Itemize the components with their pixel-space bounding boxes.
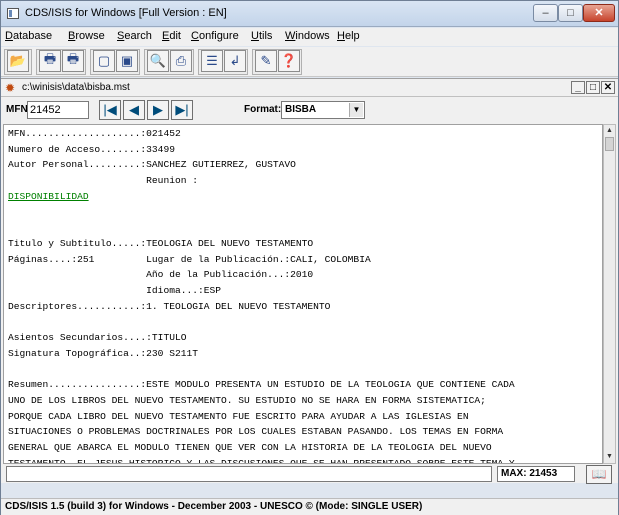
data-entry-icon[interactable]: ☰ bbox=[201, 50, 223, 72]
display-icon[interactable]: ▢ bbox=[93, 50, 115, 72]
record-line: GENERAL QUE ABARCA EL MODULO TIENEN QUE … bbox=[8, 442, 492, 454]
vertical-scrollbar[interactable]: ▲ ▼ bbox=[603, 124, 616, 464]
record-line: Páginas....:251 Lugar de la Publicación.… bbox=[8, 253, 371, 265]
record-line: Reunion : bbox=[8, 175, 198, 187]
record-line: SITUACIONES O PROBLEMAS DOCTRINALES POR … bbox=[8, 426, 504, 438]
scroll-thumb[interactable] bbox=[605, 137, 614, 151]
record-line: Signatura Topográfica..:230 S211T bbox=[8, 347, 198, 359]
record-text: MFN....................:021452 Numero de … bbox=[8, 126, 515, 464]
record-line: Autor Personal.........:SANCHEZ GUTIERRE… bbox=[8, 159, 296, 171]
record-line: Descriptores...........:1. TEOLOGIA DEL … bbox=[8, 300, 331, 312]
status-text: CDS/ISIS 1.5 (build 3) for Windows - Dec… bbox=[5, 501, 423, 512]
menu-browse[interactable]: Browse bbox=[68, 30, 105, 42]
format-value: BISBA bbox=[285, 104, 317, 115]
child-maximize-button[interactable]: □ bbox=[586, 81, 600, 94]
child-minimize-button[interactable]: _ bbox=[571, 81, 585, 94]
record-line: Numero de Acceso.......:33499 bbox=[8, 143, 175, 155]
format-select[interactable]: BISBA ▼ bbox=[281, 101, 365, 119]
navigation-row: MFN |◀ ◀ ▶ ▶| Format: BISBA ▼ bbox=[1, 98, 618, 123]
help-icon[interactable]: ❓ bbox=[278, 50, 300, 72]
record-line: TESTAMENTO, EL JESUS HISTORICO Y LAS DIS… bbox=[8, 457, 515, 464]
record-line: Resumen................:ESTE MODULO PRES… bbox=[8, 379, 515, 391]
app-icon bbox=[7, 8, 19, 19]
main-window: CDS/ISIS for Windows [Full Version : EN]… bbox=[0, 0, 619, 515]
mfn-label: MFN bbox=[6, 104, 28, 115]
export-icon[interactable]: ▣ bbox=[116, 50, 138, 72]
scroll-down-icon[interactable]: ▼ bbox=[604, 451, 615, 463]
maximize-button[interactable]: □ bbox=[558, 4, 583, 22]
first-record-button[interactable]: |◀ bbox=[99, 100, 121, 120]
menu-windows[interactable]: Windows bbox=[285, 30, 330, 42]
scroll-up-icon[interactable]: ▲ bbox=[604, 125, 615, 137]
edit-icon[interactable]: ↲ bbox=[224, 50, 246, 72]
open-database-icon[interactable]: 📂 bbox=[7, 50, 29, 72]
database-path: c:\winisis\data\bisba.mst bbox=[22, 82, 130, 93]
record-line bbox=[8, 220, 515, 236]
menu-help[interactable]: Help bbox=[337, 30, 360, 42]
record-line: Titulo y Subtitulo.....:TEOLOGIA DEL NUE… bbox=[8, 237, 314, 249]
record-line: Idioma...:ESP bbox=[8, 285, 222, 297]
record-line: UNO DE LOS LIBROS DEL NUEVO TESTAMENTO. … bbox=[8, 394, 486, 406]
print-record-icon[interactable]: ⎙ bbox=[170, 50, 192, 72]
record-line: Año de la Publicación...:2010 bbox=[8, 269, 314, 281]
window-title: CDS/ISIS for Windows [Full Version : EN] bbox=[25, 7, 227, 19]
toolbar: 📂 🖶 🖶 ▢ ▣ 🔍 ⎙ ☰ ↲ ✎ ❓ bbox=[1, 47, 618, 77]
previous-record-button[interactable]: ◀ bbox=[123, 100, 145, 120]
mfn-input[interactable] bbox=[27, 101, 89, 119]
last-record-button[interactable]: ▶| bbox=[171, 100, 193, 120]
title-bar[interactable]: CDS/ISIS for Windows [Full Version : EN]… bbox=[1, 1, 618, 27]
pencil-icon[interactable]: ✎ bbox=[255, 50, 277, 72]
disponibilidad-link[interactable]: DISPONIBILIDAD bbox=[8, 189, 515, 205]
max-mfn-label: MAX: 21453 bbox=[497, 466, 575, 482]
next-record-button[interactable]: ▶ bbox=[147, 100, 169, 120]
preview-icon[interactable]: 🔍 bbox=[147, 50, 169, 72]
print-setup-icon[interactable]: 🖶 bbox=[62, 50, 84, 72]
record-line: MFN....................:021452 bbox=[8, 128, 181, 139]
record-line bbox=[8, 362, 515, 378]
database-icon: ✹ bbox=[5, 81, 16, 95]
menu-configure[interactable]: Configure bbox=[191, 30, 239, 42]
menu-utils[interactable]: Utils bbox=[251, 30, 272, 42]
book-icon[interactable]: 📖 bbox=[586, 465, 612, 484]
record-display[interactable]: MFN....................:021452 Numero de … bbox=[3, 124, 603, 464]
record-line: Asientos Secundarios....:TITULO bbox=[8, 332, 187, 344]
menu-search[interactable]: Search bbox=[117, 30, 152, 42]
record-line bbox=[8, 314, 515, 330]
menu-database[interactable]: Database bbox=[5, 30, 52, 42]
menu-bar: Database Browse Search Edit Configure Ut… bbox=[1, 28, 618, 46]
format-label: Format: bbox=[244, 104, 282, 115]
record-line bbox=[8, 205, 515, 221]
bottom-row: MAX: 21453 📖 bbox=[1, 465, 618, 484]
child-close-button[interactable]: ✕ bbox=[601, 81, 615, 94]
database-child-window: ✹ c:\winisis\data\bisba.mst _ □ ✕ MFN |◀… bbox=[1, 78, 618, 484]
menu-edit[interactable]: Edit bbox=[162, 30, 181, 42]
status-bar: CDS/ISIS 1.5 (build 3) for Windows - Dec… bbox=[1, 498, 618, 515]
minimize-button[interactable]: – bbox=[533, 4, 558, 22]
close-button[interactable]: ✕ bbox=[583, 4, 615, 22]
record-line: PORQUE CADA LIBRO DEL NUEVO TESTAMENTO F… bbox=[8, 410, 469, 422]
chevron-down-icon[interactable]: ▼ bbox=[349, 103, 363, 117]
expression-field[interactable] bbox=[6, 466, 492, 482]
child-title-bar[interactable]: ✹ c:\winisis\data\bisba.mst _ □ ✕ bbox=[1, 79, 618, 97]
print-icon[interactable]: 🖶 bbox=[39, 50, 61, 72]
